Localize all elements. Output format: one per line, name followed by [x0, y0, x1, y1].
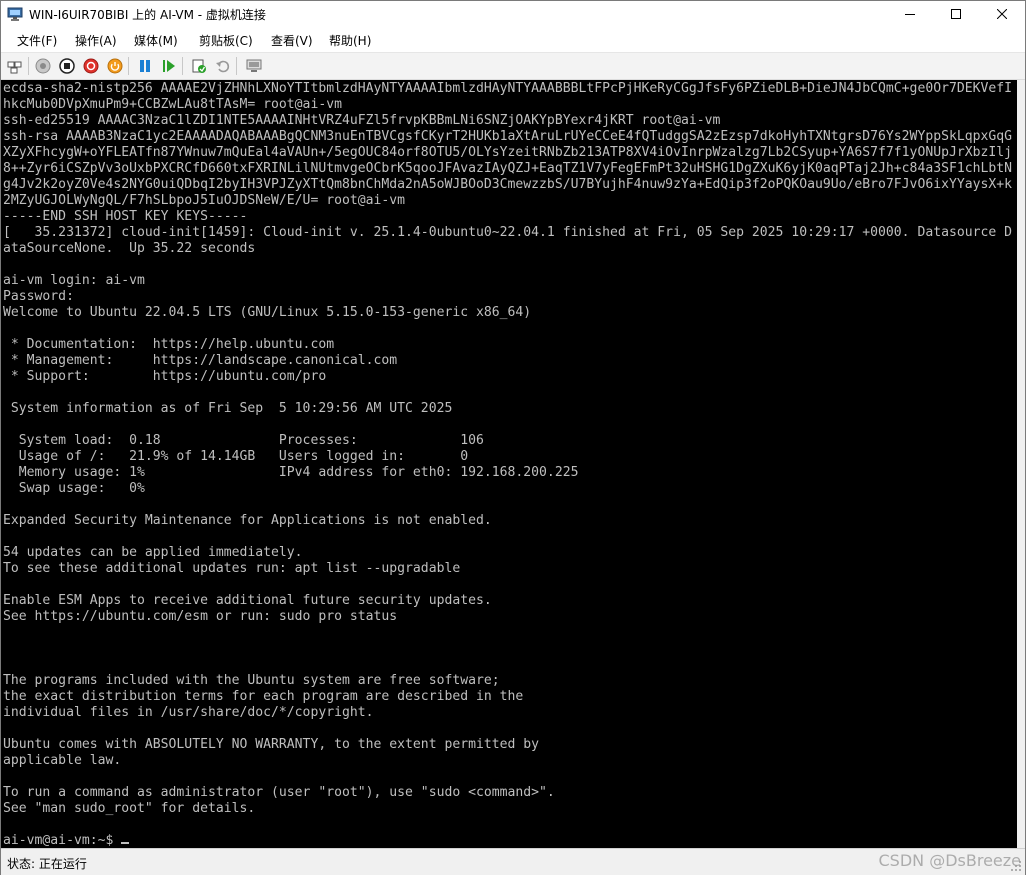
window-title: WIN-I6UIR70BIBI 上的 AI-VM - 虚拟机连接: [29, 8, 266, 22]
terminal-line: ataSourceNone. Up 35.22 seconds: [3, 241, 256, 256]
terminal-line: hkcMub0DVpXmuPm9+CCBZwLAu8tTAsM= root@ai…: [3, 97, 342, 112]
terminal-line: Memory usage: 1% IPv4 address for eth0: …: [3, 465, 579, 480]
menu-help[interactable]: 帮助(H): [329, 32, 371, 49]
terminal-line: 2MZyUGJOLWyNgQL/F7hSLbpoJ5IuOJDSNeW/E/U=…: [3, 193, 406, 208]
terminal-line: Expanded Security Maintenance for Applic…: [3, 513, 492, 528]
vertical-scrollbar[interactable]: [1017, 80, 1025, 848]
menu-bar: 文件(F) 操作(A) 媒体(M) 剪贴板(C) 查看(V) 帮助(H): [1, 27, 1025, 53]
terminal-line: the exact distribution terms for each pr…: [3, 689, 524, 704]
terminal-line: ai-vm login: ai-vm: [3, 273, 145, 288]
power-button[interactable]: [106, 57, 124, 75]
terminal-line: * Documentation: https://help.ubuntu.com: [3, 337, 335, 352]
text-cursor: [121, 842, 130, 844]
toolbar-separator: [182, 57, 183, 75]
watermark-text: CSDN @DsBreeze: [878, 851, 1022, 870]
terminal-line: Usage of /: 21.9% of 14.14GB Users logge…: [3, 449, 469, 464]
terminal-line: The programs included with the Ubuntu sy…: [3, 673, 500, 688]
terminal-line: Enable ESM Apps to receive additional fu…: [3, 593, 492, 608]
menu-action[interactable]: 操作(A): [75, 32, 117, 49]
pause-button[interactable]: [136, 57, 154, 75]
minimize-button[interactable]: [887, 1, 933, 27]
toolbar-separator: [28, 57, 29, 75]
terminal-line: ai-vm@ai-vm:~$: [3, 833, 130, 848]
menu-file[interactable]: 文件(F): [17, 32, 57, 49]
terminal-line: -----END SSH HOST KEY KEYS-----: [3, 209, 248, 224]
menu-clipboard[interactable]: 剪贴板(C): [199, 32, 253, 49]
revert-button[interactable]: [214, 57, 232, 75]
maximize-button[interactable]: [933, 1, 979, 27]
status-bar: 状态: 正在运行: [1, 848, 1025, 875]
close-button[interactable]: [979, 1, 1025, 27]
terminal-line: Welcome to Ubuntu 22.04.5 LTS (GNU/Linux…: [3, 305, 532, 320]
status-text: 状态: 正在运行: [7, 857, 87, 871]
enhanced-session-icon: [246, 59, 262, 72]
power-icon: [107, 58, 123, 74]
resume-icon: [163, 60, 175, 72]
vm-connection-window: WIN-I6UIR70BIBI 上的 AI-VM - 虚拟机连接 文件(F) 操…: [0, 0, 1026, 875]
terminal-line: Password:: [3, 289, 74, 304]
toolbar-separator: [236, 57, 237, 75]
terminal-line: * Support: https://ubuntu.com/pro: [3, 369, 327, 384]
ctrl-alt-del-button[interactable]: [6, 57, 24, 75]
terminal-line: 54 updates can be applied immediately.: [3, 545, 303, 560]
shutdown-button[interactable]: [82, 57, 100, 75]
terminal-line: Swap usage: 0%: [3, 481, 145, 496]
menu-view[interactable]: 查看(V): [271, 32, 313, 49]
terminal-line: System information as of Fri Sep 5 10:29…: [3, 401, 453, 416]
toolbar: [1, 53, 1025, 80]
menu-media[interactable]: 媒体(M): [134, 32, 178, 49]
start-button[interactable]: [34, 57, 52, 75]
turn-off-icon: [59, 58, 75, 74]
vm-connection-app-icon: [7, 6, 23, 22]
turn-off-button[interactable]: [58, 57, 76, 75]
terminal-line: See "man sudo_root" for details.: [3, 801, 256, 816]
terminal-line: XZyXFhcygW+oYFLEATfn87YWnuw7mQuEal4aVAUn…: [3, 145, 1013, 160]
vm-console-screen[interactable]: ecdsa-sha2-nistp256 AAAAE2VjZHNhLXNoYTIt…: [1, 80, 1025, 848]
terminal-line: individual files in /usr/share/doc/*/cop…: [3, 705, 374, 720]
terminal-line: * Management: https://landscape.canonica…: [3, 353, 398, 368]
checkpoint-button[interactable]: [190, 57, 208, 75]
maximize-icon: [951, 9, 961, 19]
shutdown-icon: [83, 58, 99, 74]
terminal-line: g4Jv2k2oyZ0Ve4s2NYG0uiQDbqI2byIH3VPJZyXT…: [3, 177, 1013, 192]
ctrl-alt-del-icon: [7, 61, 22, 74]
minimize-icon: [905, 14, 915, 15]
start-icon: [35, 58, 51, 74]
terminal-line: ecdsa-sha2-nistp256 AAAAE2VjZHNhLXNoYTIt…: [3, 81, 1013, 96]
enhanced-session-button[interactable]: [245, 57, 263, 75]
pause-icon: [140, 60, 150, 72]
terminal-line: To see these additional updates run: apt…: [3, 561, 461, 576]
terminal-line: applicable law.: [3, 753, 122, 768]
revert-icon: [216, 60, 230, 73]
title-bar[interactable]: WIN-I6UIR70BIBI 上的 AI-VM - 虚拟机连接: [1, 1, 1025, 27]
terminal-line: System load: 0.18 Processes: 106: [3, 433, 484, 448]
terminal-line: ssh-ed25519 AAAAC3NzaC1lZDI1NTE5AAAAINHt…: [3, 113, 721, 128]
close-icon: [997, 9, 1007, 19]
terminal-line: ssh-rsa AAAAB3NzaC1yc2EAAAADAQABAAABgQCN…: [3, 129, 1013, 144]
resume-button[interactable]: [160, 57, 178, 75]
terminal-line: [ 35.231372] cloud-init[1459]: Cloud-ini…: [3, 225, 1013, 240]
terminal-line: To run a command as administrator (user …: [3, 785, 555, 800]
checkpoint-icon: [192, 59, 206, 73]
terminal-line: See https://ubuntu.com/esm or run: sudo …: [3, 609, 398, 624]
terminal-line: 8++Zyr6iCSZpVv3oUxbPXCRCfD660txFXRINLilN…: [3, 161, 1013, 176]
terminal-line: Ubuntu comes with ABSOLUTELY NO WARRANTY…: [3, 737, 540, 752]
toolbar-separator: [128, 57, 129, 75]
